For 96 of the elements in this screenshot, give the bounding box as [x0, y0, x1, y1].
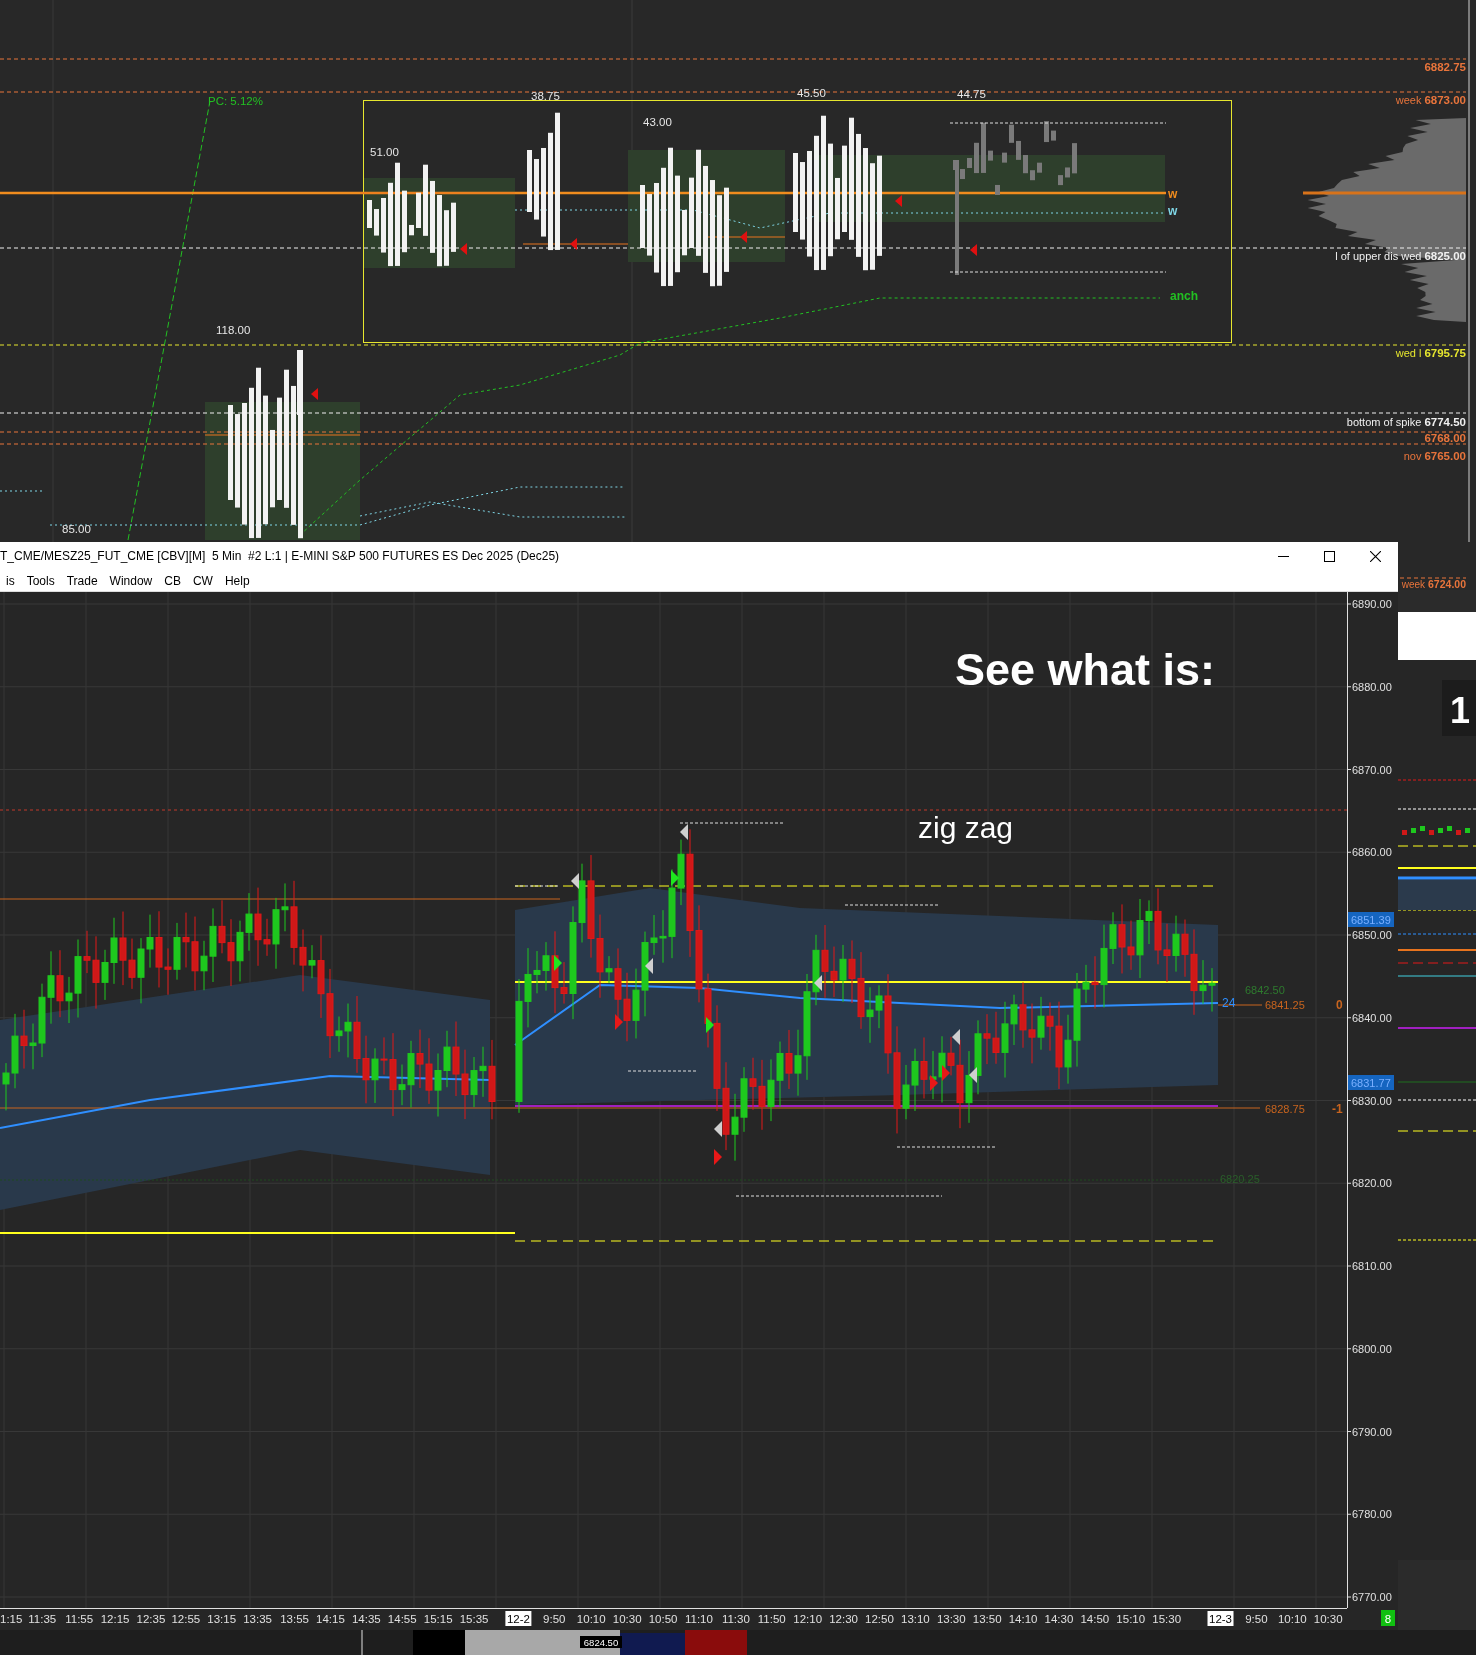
range-label: 45.50	[797, 87, 826, 99]
time-axis-label: 12:30	[829, 1613, 858, 1625]
price-label: 6824.50	[580, 1636, 622, 1649]
line-tag: anch	[1170, 289, 1198, 303]
menu-item[interactable]: is	[0, 570, 21, 591]
time-axis-label: 12:35	[136, 1613, 166, 1625]
time-axis-label: 15:15	[423, 1613, 453, 1625]
percent-label: PC: 5.12%	[208, 95, 263, 107]
line-label: 6828.75	[1265, 1103, 1305, 1115]
price-axis-label: 6850.00	[1352, 929, 1392, 941]
time-axis-label: 11:50	[757, 1613, 786, 1625]
time-axis-label: 12:55	[171, 1613, 201, 1625]
line-label: 24	[1222, 996, 1236, 1010]
level-label: bottom of spike	[1346, 416, 1422, 428]
time-axis-label: 13:50	[972, 1613, 1002, 1625]
price-label: 6765.00	[1424, 450, 1466, 462]
menu-item[interactable]: Tools	[20, 570, 61, 591]
range-label: 38.75	[531, 90, 560, 102]
time-axis-label: 14:15	[316, 1613, 345, 1625]
time-axis-label: 13:55	[280, 1613, 309, 1625]
window-title: T_CME/MESZ25_FUT_CME [CBV][M] 5 Min #2 L:1 | E-MINI S&P 500 FUTURES ES Dec 2025 (Dec25)	[0, 548, 561, 565]
time-axis-label: 11:35	[28, 1613, 57, 1625]
number-label: 1	[1442, 680, 1476, 736]
menu-item[interactable]: CW	[186, 570, 219, 591]
time-axis-label: 15:35	[459, 1613, 489, 1625]
time-axis-label: 9:50	[1245, 1613, 1268, 1625]
level-label: week	[1395, 94, 1422, 106]
time-axis-label: 12:15	[100, 1613, 130, 1625]
time-axis-label: 15:30	[1152, 1613, 1182, 1625]
time-axis-label: 10:30	[612, 1613, 642, 1625]
line-label: -1	[1332, 1102, 1343, 1116]
time-axis-label: 11:30	[721, 1613, 750, 1625]
time-axis-label: 14:35	[351, 1613, 381, 1625]
time-axis-label: 13:15	[207, 1613, 237, 1625]
line-label: 0	[1336, 998, 1343, 1012]
date-label: 12-2	[505, 1611, 532, 1626]
range-label: 51.00	[370, 146, 399, 158]
time-axis-label: 1:15	[0, 1613, 23, 1625]
headline-text: See what is:	[955, 644, 1216, 695]
price-label: 6724.00	[1428, 578, 1466, 590]
price-axis-label: 6820.00	[1352, 1177, 1392, 1190]
time-axis-label: 10:10	[576, 1613, 606, 1625]
date-label: 12-3	[1207, 1611, 1234, 1626]
price-label: 6882.75	[1424, 61, 1466, 73]
price-axis-label: 6770.00	[1352, 1591, 1392, 1603]
line-tag: w	[1168, 204, 1178, 218]
time-axis-label: 13:10	[901, 1613, 930, 1625]
note-text: zig zag	[918, 811, 1014, 844]
level-label: nov	[1403, 450, 1422, 462]
price-axis-label: 6800.00	[1352, 1342, 1392, 1355]
time-axis-label: 15:10	[1116, 1613, 1146, 1625]
line-label: 6842.50	[1245, 984, 1285, 996]
price-tag: 6851.39	[1348, 912, 1394, 927]
price-axis-label: 6790.00	[1352, 1425, 1392, 1438]
menu-item[interactable]: Trade	[60, 570, 104, 591]
time-axis-label: 10:50	[648, 1613, 678, 1625]
time-axis-label: 14:10	[1008, 1613, 1038, 1625]
time-axis-label: 9:50	[543, 1613, 566, 1625]
price-axis-label: 6880.00	[1352, 680, 1392, 693]
time-axis-label: 12:50	[865, 1613, 894, 1625]
price-label: 6825.00	[1424, 250, 1466, 262]
price-axis-label: 6870.00	[1352, 763, 1392, 776]
range-label: 85.00	[62, 523, 91, 535]
price-tag: 6831.77	[1348, 1075, 1394, 1090]
time-axis-label: 14:30	[1044, 1613, 1074, 1625]
time-axis-label: 10:30	[1313, 1613, 1343, 1625]
price-label: 6795.75	[1424, 347, 1466, 359]
range-label: 44.75	[957, 88, 986, 100]
range-label: 43.00	[643, 116, 672, 128]
time-axis-label: 12:10	[793, 1613, 823, 1625]
price-axis-label: 6830.00	[1352, 1094, 1392, 1107]
time-axis-label: 10:10	[1277, 1613, 1307, 1625]
level-label: week	[1401, 579, 1426, 590]
price-label: 6774.50	[1424, 416, 1466, 428]
price-label: 6768.00	[1424, 432, 1466, 444]
menu-item[interactable]: Help	[218, 570, 256, 591]
time-axis-label: 11:55	[65, 1613, 94, 1625]
time-axis-label: 13:35	[243, 1613, 272, 1625]
line-label: 6841.25	[1265, 999, 1305, 1011]
time-axis-label: 11:10	[684, 1613, 713, 1625]
count-badge: 8	[1381, 1610, 1395, 1626]
menu-item[interactable]: CB	[158, 570, 187, 591]
price-axis-label: 6840.00	[1352, 1011, 1392, 1024]
menu-item[interactable]: Window	[103, 570, 159, 591]
price-axis-label: 6780.00	[1352, 1508, 1392, 1521]
time-axis-label: 13:30	[936, 1613, 966, 1625]
price-axis-label: 6890.00	[1352, 598, 1392, 610]
price-axis-label: 6810.00	[1352, 1260, 1392, 1272]
price-label: 6873.00	[1424, 94, 1466, 106]
price-axis-label: 6860.00	[1352, 846, 1392, 859]
level-label: wed l	[1395, 347, 1422, 359]
line-tag: w	[1168, 187, 1178, 201]
time-axis-label: 14:50	[1080, 1613, 1110, 1625]
level-label: l of upper dis wed	[1335, 250, 1422, 262]
time-axis-label: 14:55	[387, 1613, 417, 1625]
range-label: 118.00	[216, 324, 251, 336]
